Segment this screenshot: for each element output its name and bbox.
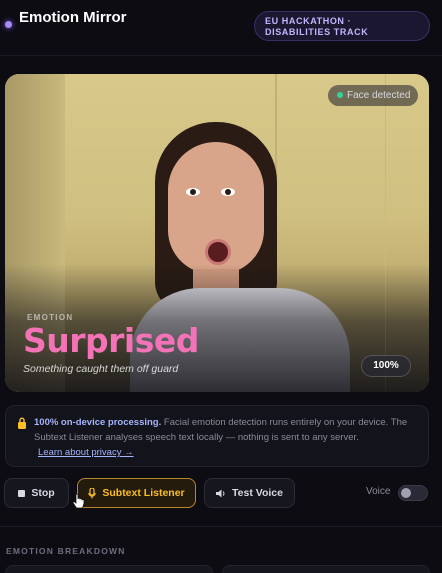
- breakdown-heading: EMOTION BREAKDOWN: [6, 546, 126, 556]
- status-dot-icon: [337, 92, 343, 98]
- subtext-listener-label: Subtext Listener: [102, 487, 185, 499]
- app-header: Emotion Mirror EU HACKATHON · DISABILITI…: [0, 0, 442, 56]
- privacy-headline: 100% on-device processing.: [34, 417, 162, 428]
- section-divider: [0, 526, 442, 527]
- breakdown-card: [222, 565, 430, 573]
- test-voice-label: Test Voice: [232, 487, 283, 499]
- eye-left: [186, 188, 200, 196]
- privacy-link[interactable]: Learn about privacy →: [38, 447, 134, 458]
- voice-toggle[interactable]: [398, 485, 428, 501]
- stop-button-label: Stop: [31, 487, 55, 499]
- camera-feed: Face detected EMOTION Surprised Somethin…: [5, 74, 429, 392]
- track-badge: EU HACKATHON · DISABILITIES TRACK: [254, 11, 430, 41]
- eye-right: [221, 188, 235, 196]
- detected-emotion: Surprised: [23, 321, 199, 360]
- mouse-cursor-icon: [73, 494, 85, 509]
- brand-dot-icon: [5, 21, 12, 28]
- control-bar: Stop Subtext Listener Test Voice Voice: [0, 478, 442, 512]
- subtext-listener-button[interactable]: Subtext Listener: [77, 478, 196, 508]
- emotion-description: Something caught them off guard: [23, 363, 179, 375]
- stop-icon: [18, 489, 26, 497]
- microphone-icon: [88, 487, 97, 499]
- stop-button[interactable]: Stop: [4, 478, 69, 508]
- test-voice-button[interactable]: Test Voice: [204, 478, 295, 508]
- app-title: Emotion Mirror: [19, 9, 127, 26]
- breakdown-card: [5, 565, 213, 573]
- speaker-icon: [216, 489, 225, 498]
- toggle-knob: [401, 488, 411, 498]
- privacy-text: 100% on-device processing. Facial emotio…: [34, 415, 426, 445]
- voice-toggle-label: Voice: [366, 486, 391, 497]
- confidence-badge: 100%: [361, 355, 411, 377]
- face-status-chip: Face detected: [328, 85, 418, 106]
- privacy-notice: 100% on-device processing. Facial emotio…: [5, 405, 429, 467]
- face-status-label: Face detected: [347, 90, 411, 101]
- lock-icon: [18, 417, 26, 429]
- open-mouth: [205, 239, 231, 265]
